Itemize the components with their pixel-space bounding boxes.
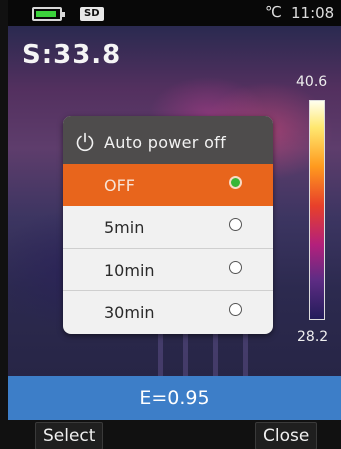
select-button[interactable]: Select (35, 422, 104, 449)
option-label: OFF (104, 176, 135, 195)
color-scale-bar (309, 100, 325, 320)
softkey-bar: Select Close (8, 420, 341, 449)
radio-icon[interactable] (229, 261, 242, 274)
dialog-header: Auto power off (63, 116, 273, 164)
scale-max-label: 40.6 (296, 74, 328, 90)
option-label: 30min (104, 303, 155, 322)
option-10min[interactable]: 10min (63, 248, 273, 290)
option-label: 10min (104, 261, 155, 280)
option-label: 5min (104, 218, 145, 237)
sd-card-badge: SD (80, 7, 104, 21)
dialog-title: Auto power off (104, 133, 227, 152)
emissivity-bar: E=0.95 (8, 376, 341, 420)
status-bar: SD ℃ 11:08 (8, 0, 341, 26)
option-30min[interactable]: 30min (63, 290, 273, 332)
radio-selected-icon[interactable] (229, 176, 242, 189)
battery-level (36, 11, 56, 17)
power-icon (76, 132, 94, 152)
option-off[interactable]: OFF (63, 164, 273, 206)
auto-power-off-dialog: Auto power off OFF 5min 10min 30min (63, 116, 273, 334)
close-button[interactable]: Close (255, 422, 318, 449)
radio-icon[interactable] (229, 303, 242, 316)
clock: 11:08 (291, 4, 335, 22)
device-screen: SD ℃ 11:08 S:33.8 40.6 28.2 Auto power o… (0, 0, 341, 449)
battery-icon (32, 7, 65, 21)
spot-temperature: S:33.8 (22, 40, 122, 70)
scale-min-label: 28.2 (297, 329, 329, 345)
option-5min[interactable]: 5min (63, 206, 273, 248)
radio-icon[interactable] (229, 218, 242, 231)
temperature-unit: ℃ (265, 3, 282, 21)
